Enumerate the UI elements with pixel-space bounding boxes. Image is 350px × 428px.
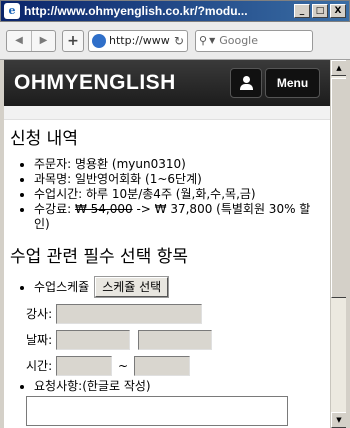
scroll-down-button[interactable]: ▼ [331,412,347,428]
date-field-end[interactable] [138,330,212,350]
search-bar[interactable]: ⚲ ▼ [195,29,313,52]
window-titlebar[interactable]: e http://www.ohmyenglish.co.kr/?modu... … [0,0,350,22]
browser-toolbar: ◀ ▶ + http://www ↻ ⚲ ▼ [0,22,350,60]
fee-original-price: ₩ 54,000 [74,202,133,216]
page-content: 신청 내역 주문자: 명용환 (myun0310) 과목명: 일반영어회화 (1… [4,124,330,426]
reload-icon[interactable]: ↻ [174,34,184,48]
header-subbar [4,106,330,120]
url-text[interactable]: http://www [109,34,174,47]
list-item-request: 요청사항:(한글로 작성) [26,379,324,426]
page-viewport: OHMYENGLISH Menu 신청 내역 주문자: 명용환 (myun031… [4,60,330,428]
forward-button[interactable]: ▶ [31,30,55,51]
request-label: 요청사항:(한글로 작성) [34,379,151,393]
date-field-start[interactable] [56,330,130,350]
window-border [346,60,350,428]
site-logo[interactable]: OHMYENGLISH [14,71,176,95]
window-title: http://www.ohmyenglish.co.kr/?modu... [24,4,248,18]
scroll-up-button[interactable]: ▲ [331,60,347,76]
schedule-label: 수업스케쥴 [34,279,90,294]
page-scrollbar[interactable]: ▲ ▼ [330,60,347,428]
required-heading: 수업 관련 필수 선택 항목 [10,247,189,267]
search-input[interactable] [219,34,290,47]
chevron-down-icon[interactable]: ▼ [209,36,215,45]
plus-icon: + [67,32,79,49]
time-field-end[interactable] [134,356,191,376]
up-arrow-icon: ▲ [336,64,342,72]
back-button[interactable]: ◀ [7,31,31,51]
nav-buttons: ◀ ▶ [6,29,56,52]
site-header: OHMYENGLISH Menu [4,60,330,106]
request-textarea[interactable] [26,396,288,426]
down-arrow-icon: ▼ [336,416,342,424]
fee-prefix: 수강료: [34,202,75,216]
list-item-schedule: 수업스케쥴 스케쥴 선택 강사: 날짜: 시간: ~ [26,275,324,377]
list-item: 과목명: 일반영어회화 (1~6단계) [34,172,324,187]
time-field-start[interactable] [56,356,112,376]
required-list: 수업스케쥴 스케쥴 선택 강사: 날짜: 시간: ~ [10,275,324,426]
globe-icon [92,33,106,48]
close-button[interactable]: X [330,4,346,18]
teacher-field[interactable] [56,304,202,324]
time-separator: ~ [118,358,129,373]
back-arrow-icon: ◀ [15,35,23,46]
date-label: 날짜: [26,332,53,347]
maximize-button[interactable]: □ [312,4,328,18]
minimize-button[interactable]: _ [294,4,310,18]
browser-app-icon: e [4,3,20,19]
user-icon [239,76,253,90]
schedule-select-button[interactable]: 스케쥴 선택 [94,276,170,298]
search-icon: ⚲ [199,34,208,47]
scroll-thumb[interactable] [331,78,347,298]
application-list: 주문자: 명용환 (myun0310) 과목명: 일반영어회화 (1~6단계) … [10,157,324,232]
menu-button[interactable]: Menu [265,68,320,98]
list-item: 수업시간: 하루 10분/총4주 (월,화,수,목,금) [34,187,324,202]
time-label: 시간: [26,358,53,373]
list-item-fee: 수강료: ₩ 54,000 -> ₩ 37,800 (특별회원 30% 할인) [34,202,324,232]
application-heading: 신청 내역 [10,129,78,149]
teacher-label: 강사: [26,306,53,321]
new-tab-button[interactable]: + [62,29,84,52]
address-bar[interactable]: http://www ↻ [88,29,188,52]
list-item: 주문자: 명용환 (myun0310) [34,157,324,172]
user-button[interactable] [230,68,262,98]
forward-arrow-icon: ▶ [39,35,48,46]
